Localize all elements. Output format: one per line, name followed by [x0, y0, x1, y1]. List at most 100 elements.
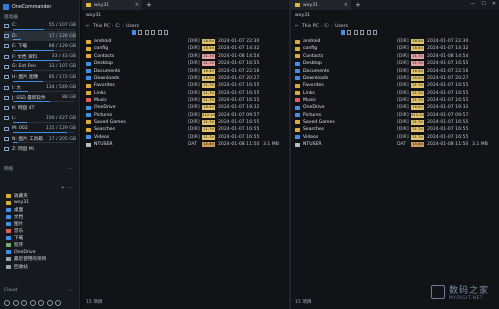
- breadcrumb-users[interactable]: Users: [126, 24, 139, 29]
- file-row[interactable]: android [DIR] 16.5d 2024-01-07 22:30: [295, 38, 472, 45]
- add-favorite-icon[interactable]: +: [61, 185, 65, 191]
- drive-item[interactable]: G: Ent Fen 33 / 107 GB: [4, 62, 76, 72]
- file-row[interactable]: Music [DIR] 21.7d 2024-01-07 16:55: [295, 97, 472, 104]
- drive-item[interactable]: C: 55 / 107 GB: [4, 21, 76, 31]
- file-row[interactable]: Contacts [DIR] 21.7d 2024-01-08 14:54: [295, 53, 472, 60]
- favorite-item[interactable]: 程序: [6, 242, 23, 249]
- details-view-icon[interactable]: [138, 30, 142, 35]
- file-row[interactable]: Contacts [DIR] 21.7d 2024-01-08 14:54: [86, 53, 263, 60]
- drive-label: D:: [12, 33, 18, 39]
- sort-icon[interactable]: [366, 30, 371, 35]
- file-row[interactable]: Downloads [DIR] 16.0d 2024-01-07 20:27: [86, 75, 263, 82]
- file-row[interactable]: Links [DIR] 21.7d 2024-01-07 16:55: [295, 89, 472, 96]
- file-name: NTUSER: [303, 142, 322, 148]
- user-icon[interactable]: [29, 300, 36, 306]
- file-row[interactable]: android [DIR] 16.5d 2024-01-07 22:30: [86, 38, 263, 45]
- drive-item[interactable]: I: 大 134 / 549 GB: [4, 83, 76, 93]
- drive-item[interactable]: Z: 网盘 Mi: [4, 145, 76, 155]
- cloud-icon[interactable]: [38, 300, 44, 306]
- lock-icon[interactable]: [46, 300, 53, 306]
- breadcrumb-drive[interactable]: C:: [116, 24, 121, 29]
- tab-active[interactable]: wxy31 ×: [82, 0, 142, 10]
- drive-item[interactable]: E: 下载 88 / 129 GB: [4, 42, 76, 52]
- drive-item[interactable]: K: 网盘 4T: [4, 103, 76, 113]
- file-row[interactable]: Pictures [DIR] 412.1d 2024-01-07 09:57: [295, 112, 472, 119]
- file-name: android: [303, 39, 321, 45]
- settings-icon[interactable]: [4, 300, 10, 306]
- drive-item[interactable]: J: SSD 最新软件 88 GB: [4, 93, 76, 103]
- favorite-item[interactable]: OneDrive: [6, 249, 36, 256]
- add-tab-icon[interactable]: +: [146, 1, 152, 9]
- file-row[interactable]: Desktop [DIR] 21.7d 2024-01-07 16:55: [86, 60, 263, 67]
- file-row[interactable]: Videos [DIR] 21.7d 2024-01-07 16:55: [86, 134, 263, 141]
- drive-item[interactable]: L: 100 / 427 GB: [4, 114, 76, 124]
- file-row[interactable]: Documents [DIR] 16.3d 2024-01-07 22:16: [295, 67, 472, 74]
- file-row[interactable]: NTUSER DAT 15.4d 2024-01-08 11:50 3.1 MB: [295, 141, 488, 148]
- details-view-icon[interactable]: [347, 30, 351, 35]
- breadcrumb-this-pc[interactable]: This PC: [302, 24, 319, 29]
- list-view-icon[interactable]: [340, 30, 345, 35]
- list-view-icon[interactable]: [131, 30, 136, 35]
- file-row[interactable]: Searches [DIR] 21.7d 2024-01-07 16:55: [86, 126, 263, 133]
- back-arrow-icon[interactable]: ←: [86, 24, 90, 29]
- history-icon[interactable]: [21, 300, 27, 306]
- favorite-item[interactable]: 图片: [6, 220, 23, 227]
- file-date: 2024-01-07 09:57: [218, 112, 260, 118]
- file-row[interactable]: OneDrive [DIR] 16.0d 2024-01-07 19:32: [295, 104, 472, 111]
- favorite-item[interactable]: 收藏夹: [6, 192, 28, 199]
- file-row[interactable]: Desktop [DIR] 21.7d 2024-01-07 16:55: [295, 60, 472, 67]
- file-row[interactable]: Music [DIR] 21.7d 2024-01-07 16:55: [86, 97, 263, 104]
- file-row[interactable]: Videos [DIR] 21.7d 2024-01-07 16:55: [295, 134, 472, 141]
- favorite-item[interactable]: 桌面: [6, 206, 23, 213]
- cloud-header: Cloud: [4, 288, 18, 293]
- file-row[interactable]: Links [DIR] 21.7d 2024-01-07 16:55: [86, 89, 263, 96]
- file-row[interactable]: NTUSER DAT 15.4d 2024-01-08 11:50 3.1 MB: [86, 141, 279, 148]
- file-row[interactable]: Favorites [DIR] 21.7d 2024-01-07 16:55: [86, 82, 263, 89]
- more-icon[interactable]: ⋯: [68, 166, 73, 172]
- file-name: Searches: [303, 127, 325, 133]
- theme-icon[interactable]: [12, 300, 19, 306]
- drive-item[interactable]: D: 17 / 126 GB: [4, 31, 76, 41]
- more-icon[interactable]: ⋯: [68, 185, 73, 191]
- favorite-item[interactable]: 最近使用的项目: [6, 256, 46, 263]
- file-row[interactable]: Downloads [DIR] 16.0d 2024-01-07 20:27: [295, 75, 472, 82]
- grid-view-icon[interactable]: [144, 30, 149, 35]
- favorite-item[interactable]: 音乐: [6, 228, 23, 235]
- close-tab-icon[interactable]: ×: [135, 2, 139, 8]
- file-row[interactable]: Documents [DIR] 16.3d 2024-01-07 22:16: [86, 67, 263, 74]
- favorite-item[interactable]: 回收站: [6, 263, 28, 270]
- favorite-item[interactable]: wxy31: [6, 199, 29, 206]
- terminal-icon[interactable]: [55, 300, 61, 306]
- file-row[interactable]: config [DIR] 16.5d 2024-01-07 14:32: [295, 45, 472, 52]
- filter-icon[interactable]: [164, 30, 168, 35]
- file-row[interactable]: Saved Games [DIR] 21.7d 2024-01-07 16:55: [86, 119, 263, 126]
- maximize-icon[interactable]: ☐: [481, 1, 485, 7]
- more-icon[interactable]: ⋯: [68, 288, 73, 294]
- filter-icon[interactable]: [373, 30, 377, 35]
- breadcrumb-this-pc[interactable]: This PC: [93, 24, 110, 29]
- sort-icon[interactable]: [157, 30, 162, 35]
- grid-view-icon[interactable]: [353, 30, 358, 35]
- back-arrow-icon[interactable]: ←: [295, 24, 299, 29]
- drive-item[interactable]: H: 图片 图像 85 / 172 GB: [4, 73, 76, 83]
- drive-item[interactable]: F: 文档 资料 33 / 43 GB: [4, 52, 76, 62]
- close-window-icon[interactable]: ✕: [492, 1, 496, 7]
- drive-item[interactable]: N: 图片 工具箱 17 / 205 GB: [4, 134, 76, 144]
- add-tab-icon[interactable]: +: [355, 1, 361, 9]
- file-row[interactable]: config [DIR] 16.5d 2024-01-07 14:32: [86, 45, 263, 52]
- file-row[interactable]: OneDrive [DIR] 16.0d 2024-01-07 19:32: [86, 104, 263, 111]
- close-tab-icon[interactable]: ×: [344, 2, 348, 8]
- favorite-item[interactable]: 下载: [6, 235, 23, 242]
- file-row[interactable]: Saved Games [DIR] 21.7d 2024-01-07 16:55: [295, 119, 472, 126]
- minimize-icon[interactable]: —: [470, 1, 475, 7]
- favorite-item[interactable]: 文档: [6, 213, 23, 220]
- columns-view-icon[interactable]: [151, 30, 155, 35]
- breadcrumb-drive[interactable]: C:: [325, 24, 330, 29]
- file-row[interactable]: Favorites [DIR] 21.7d 2024-01-07 16:55: [295, 82, 472, 89]
- file-row[interactable]: Searches [DIR] 21.7d 2024-01-07 16:55: [295, 126, 472, 133]
- file-row[interactable]: Pictures [DIR] 412.1d 2024-01-07 09:57: [86, 112, 263, 119]
- tab-active[interactable]: wxy31 ×: [291, 0, 351, 10]
- breadcrumb-users[interactable]: Users: [335, 24, 348, 29]
- drive-item[interactable]: M: 002 115 / 129 GB: [4, 124, 76, 134]
- columns-view-icon[interactable]: [360, 30, 364, 35]
